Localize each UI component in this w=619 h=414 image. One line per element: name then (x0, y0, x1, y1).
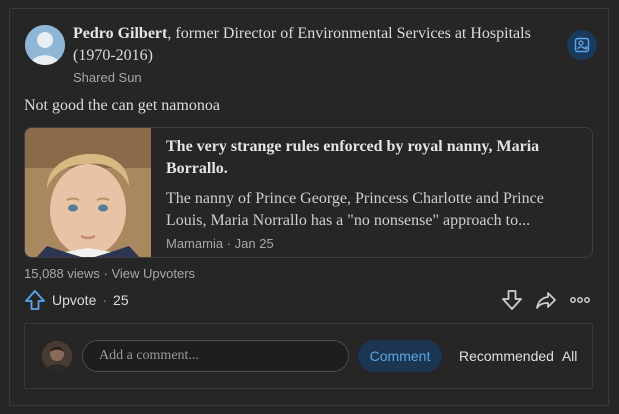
author-credential-line: Pedro Gilbert, former Director of Enviro… (73, 23, 543, 67)
article-description: The nanny of Prince George, Princess Cha… (166, 190, 544, 229)
upvote-separator: · (102, 292, 108, 308)
comment-input[interactable] (82, 340, 349, 372)
author-name[interactable]: Pedro Gilbert (73, 25, 167, 42)
more-button[interactable] (568, 288, 592, 312)
shared-time: Shared Sun (73, 70, 142, 85)
default-avatar-icon (25, 25, 65, 65)
share-icon (536, 292, 556, 309)
upvote-count: 25 (113, 292, 129, 308)
article-meta: Mamamia · Jan 25 (166, 236, 586, 251)
upvote-icon (25, 290, 45, 310)
upvote-label: Upvote (52, 292, 97, 308)
comment-sort-selector[interactable]: Recommended All (459, 348, 577, 364)
meta-separator: · (226, 236, 232, 251)
comment-composer: Comment Recommended All (24, 323, 593, 389)
shared-link-card[interactable]: The very strange rules enforced by royal… (24, 127, 593, 258)
link-body: The very strange rules enforced by royal… (166, 136, 586, 251)
sort-label: Recommended (459, 348, 554, 364)
author-avatar[interactable] (25, 25, 65, 65)
share-button[interactable] (534, 288, 558, 312)
answer-card: Pedro Gilbert, former Director of Enviro… (9, 8, 609, 406)
stats-separator: · (103, 266, 108, 281)
downvote-button[interactable] (500, 288, 524, 312)
view-upvoters-link[interactable]: View Upvoters (111, 266, 195, 281)
add-person-icon (574, 37, 590, 53)
downvote-icon (502, 290, 522, 310)
post-text: Not good the can get namonoa (24, 97, 220, 114)
user-avatar[interactable] (42, 341, 72, 371)
view-count: 15,088 views (24, 266, 100, 281)
sort-value: All (561, 348, 578, 364)
article-source: Mamamia (166, 236, 224, 251)
article-date: Jan 25 (234, 236, 274, 251)
upvote-button[interactable]: Upvote · 25 (24, 288, 129, 312)
more-icon (570, 297, 590, 303)
article-thumbnail (25, 128, 151, 257)
follow-button[interactable] (567, 30, 597, 60)
view-stats: 15,088 views · View Upvoters (24, 266, 195, 281)
action-bar: Upvote · 25 (24, 288, 594, 312)
article-title[interactable]: The very strange rules enforced by royal… (166, 136, 586, 180)
comment-button[interactable]: Comment (358, 340, 442, 372)
